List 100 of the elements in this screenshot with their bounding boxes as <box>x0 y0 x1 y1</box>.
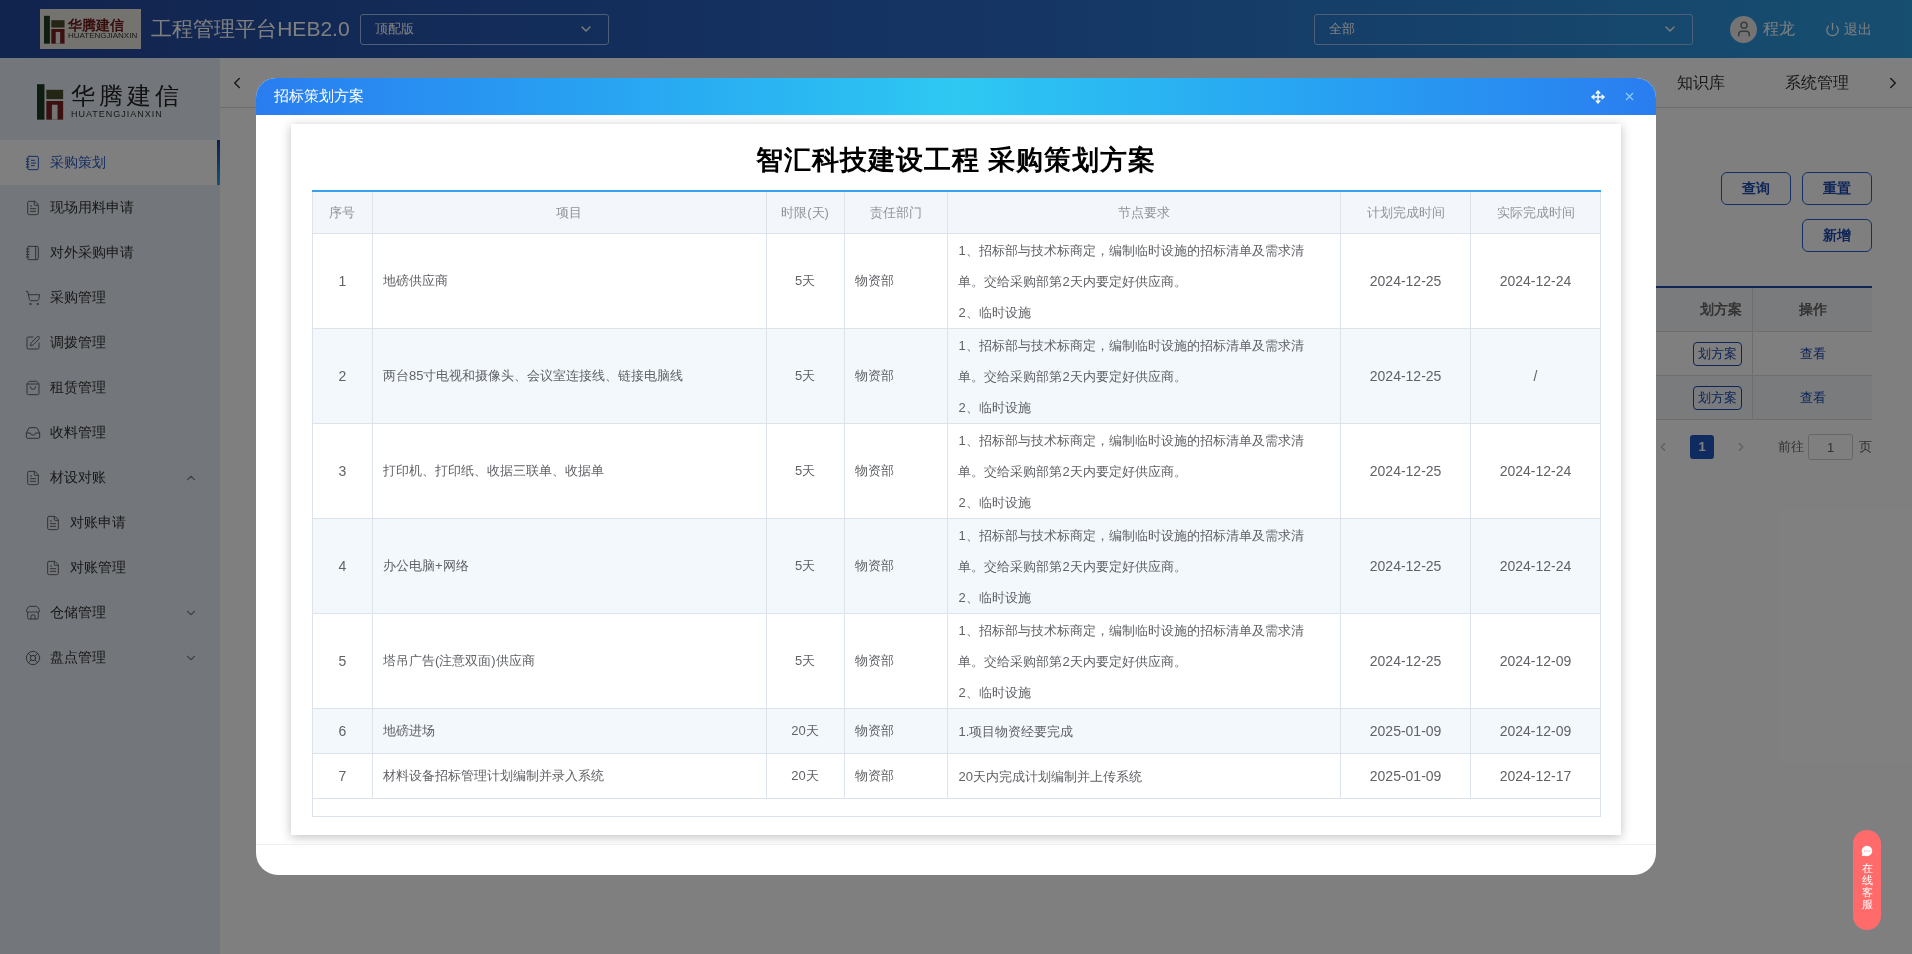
sidebar-item[interactable]: 仓储管理 <box>0 590 220 635</box>
column-header: 序号 <box>312 190 373 234</box>
page-unit: 页 <box>1859 438 1872 457</box>
sidebar-item[interactable]: 采购策划 <box>0 140 220 185</box>
avatar-icon[interactable] <box>1730 15 1757 43</box>
sidebar-item[interactable]: 对账管理 <box>0 545 220 590</box>
user-name: 程龙 <box>1763 19 1795 39</box>
table-cell: 5天 <box>766 613 845 709</box>
requirement-text: 20天内完成计划编制并上传系统 <box>958 767 1143 786</box>
cart-icon <box>25 289 41 306</box>
table-cell: 2024-12-09 <box>1470 613 1601 709</box>
table-cell: 2025-01-09 <box>1340 708 1471 754</box>
nav-tab[interactable]: 知识库 <box>1677 70 1725 95</box>
column-header: 计划完成时间 <box>1340 190 1471 234</box>
sidebar-item[interactable]: 对账申请 <box>0 500 220 545</box>
move-icon[interactable] <box>1591 89 1605 104</box>
table-cell: 20天 <box>766 708 845 754</box>
document-icon <box>25 469 41 486</box>
close-icon[interactable] <box>1623 90 1636 103</box>
scope-select[interactable]: 全部 <box>1314 13 1693 45</box>
column-header: 责任部门 <box>844 190 948 234</box>
view-link[interactable]: 查看 <box>1799 387 1826 408</box>
logo-mark-icon <box>37 81 65 121</box>
add-button[interactable]: 新增 <box>1802 219 1872 252</box>
logo-text: 华腾建信 <box>68 18 125 32</box>
table-cell: 2024-12-24 <box>1470 233 1601 329</box>
table-cell: 物资部 <box>844 518 948 614</box>
table-cell: 5天 <box>766 233 845 329</box>
table-cell: 2024-12-25 <box>1340 233 1471 329</box>
table-cell: 2024-12-24 <box>1470 423 1601 519</box>
table-cell: / <box>1470 328 1601 424</box>
column-header: 实际完成时间 <box>1470 190 1601 234</box>
sidebar-item[interactable]: 材设对账 <box>0 455 220 500</box>
table-cell: 4 <box>312 518 373 614</box>
page-input[interactable]: 1 <box>1808 434 1853 460</box>
plan-button[interactable]: 划方案 <box>1693 341 1742 366</box>
table-cell: 5 <box>312 613 373 709</box>
sidebar-item[interactable]: 调拨管理 <box>0 320 220 365</box>
table-cell: 物资部 <box>844 423 948 519</box>
edit-icon <box>25 334 41 351</box>
requirement-text: 2、临时设施 <box>958 303 1032 322</box>
nav-tab[interactable]: 系统管理 <box>1785 70 1849 95</box>
table-cell: 2024-12-24 <box>1470 518 1601 614</box>
logout-button[interactable]: 退出 <box>1825 18 1872 40</box>
table-cell: 两台85寸电视和摄像头、会议室连接线、链接电脑线 <box>372 328 767 424</box>
requirement-text: 1、招标部与技术标商定，编制临时设施的招标清单及需求清单。交给采购部第2天内要定好供应商。 <box>958 431 1305 481</box>
table-cell: 2024-12-17 <box>1470 753 1601 799</box>
chat-bubble-icon <box>1860 844 1874 858</box>
table-cell: 5天 <box>766 328 845 424</box>
requirement-text: 2、临时设施 <box>958 683 1032 702</box>
logo-subtitle: HUATENGJIANXIN <box>68 32 138 40</box>
requirement-text: 1、招标部与技术标商定，编制临时设施的招标清单及需求清单。交给采购部第2天内要定好供应商。 <box>958 621 1305 671</box>
page-button[interactable]: 1 <box>1690 435 1714 459</box>
requirement-text: 1.项目物资经要完成 <box>958 722 1075 741</box>
table-cell: 物资部 <box>844 233 948 329</box>
sidebar-item[interactable]: 对外采购申请 <box>0 230 220 275</box>
logo-subtitle: HUATENGJIANXIN <box>71 109 164 119</box>
table-cell: 5天 <box>766 518 845 614</box>
table-cell: 办公电脑+网络 <box>372 518 767 614</box>
version-select[interactable]: 顶配版 <box>359 13 609 45</box>
table-cell: 物资部 <box>844 328 948 424</box>
document-icon <box>25 199 41 216</box>
sidebar-item[interactable]: 采购管理 <box>0 275 220 320</box>
action-button[interactable]: 重置 <box>1802 172 1872 205</box>
table-cell: 5天 <box>766 423 845 519</box>
sidebar-item[interactable]: 租赁管理 <box>0 365 220 410</box>
sidebar-item[interactable]: 现场用料申请 <box>0 185 220 230</box>
view-link[interactable]: 查看 <box>1799 343 1826 364</box>
table-cell: 2024-12-09 <box>1470 708 1601 754</box>
table-cell: 打印机、打印纸、收据三联单、收据单 <box>372 423 767 519</box>
table-cell: 6 <box>312 708 373 754</box>
action-button[interactable]: 查询 <box>1721 172 1791 205</box>
table-cell: 7 <box>312 753 373 799</box>
table-cell: 2024-12-25 <box>1340 328 1471 424</box>
table-cell: 地磅进场 <box>372 708 767 754</box>
requirement-text: 2、临时设施 <box>958 493 1032 512</box>
table-cell: 物资部 <box>844 753 948 799</box>
document-icon <box>45 559 61 576</box>
table-cell: 物资部 <box>844 613 948 709</box>
logo-text: 华腾建信 <box>71 83 183 108</box>
table-cell: 2025-01-09 <box>1340 753 1471 799</box>
dialog-title: 招标策划方案 <box>274 86 364 107</box>
document-icon <box>45 514 61 531</box>
sidebar-item[interactable]: 盘点管理 <box>0 635 220 680</box>
chat-label: 在线客服 <box>1861 862 1873 911</box>
requirement-text: 1、招标部与技术标商定，编制临时设施的招标清单及需求清单。交给采购部第2天内要定好供应商。 <box>958 526 1305 576</box>
requirement-text: 1、招标部与技术标商定，编制临时设施的招标清单及需求清单。交给采购部第2天内要定好供应商。 <box>958 336 1305 386</box>
chat-widget[interactable]: 在线客服 <box>1853 830 1881 930</box>
table-cell: 材料设备招标管理计划编制并录入系统 <box>372 753 767 799</box>
column-header: 项目 <box>372 190 767 234</box>
document-heading: 智汇科技建设工程 采购策划方案 <box>754 144 1158 177</box>
column-header: 操作 <box>1752 288 1872 331</box>
notebook-icon <box>25 154 41 171</box>
power-icon <box>1825 21 1840 37</box>
app-title: 工程管理平台HEB2.0 <box>151 16 350 43</box>
table-cell: 2024-12-25 <box>1340 423 1471 519</box>
table-cell: 地磅供应商 <box>372 233 767 329</box>
plan-button[interactable]: 划方案 <box>1693 385 1742 410</box>
requirement-text: 2、临时设施 <box>958 588 1032 607</box>
sidebar-item[interactable]: 收料管理 <box>0 410 220 455</box>
